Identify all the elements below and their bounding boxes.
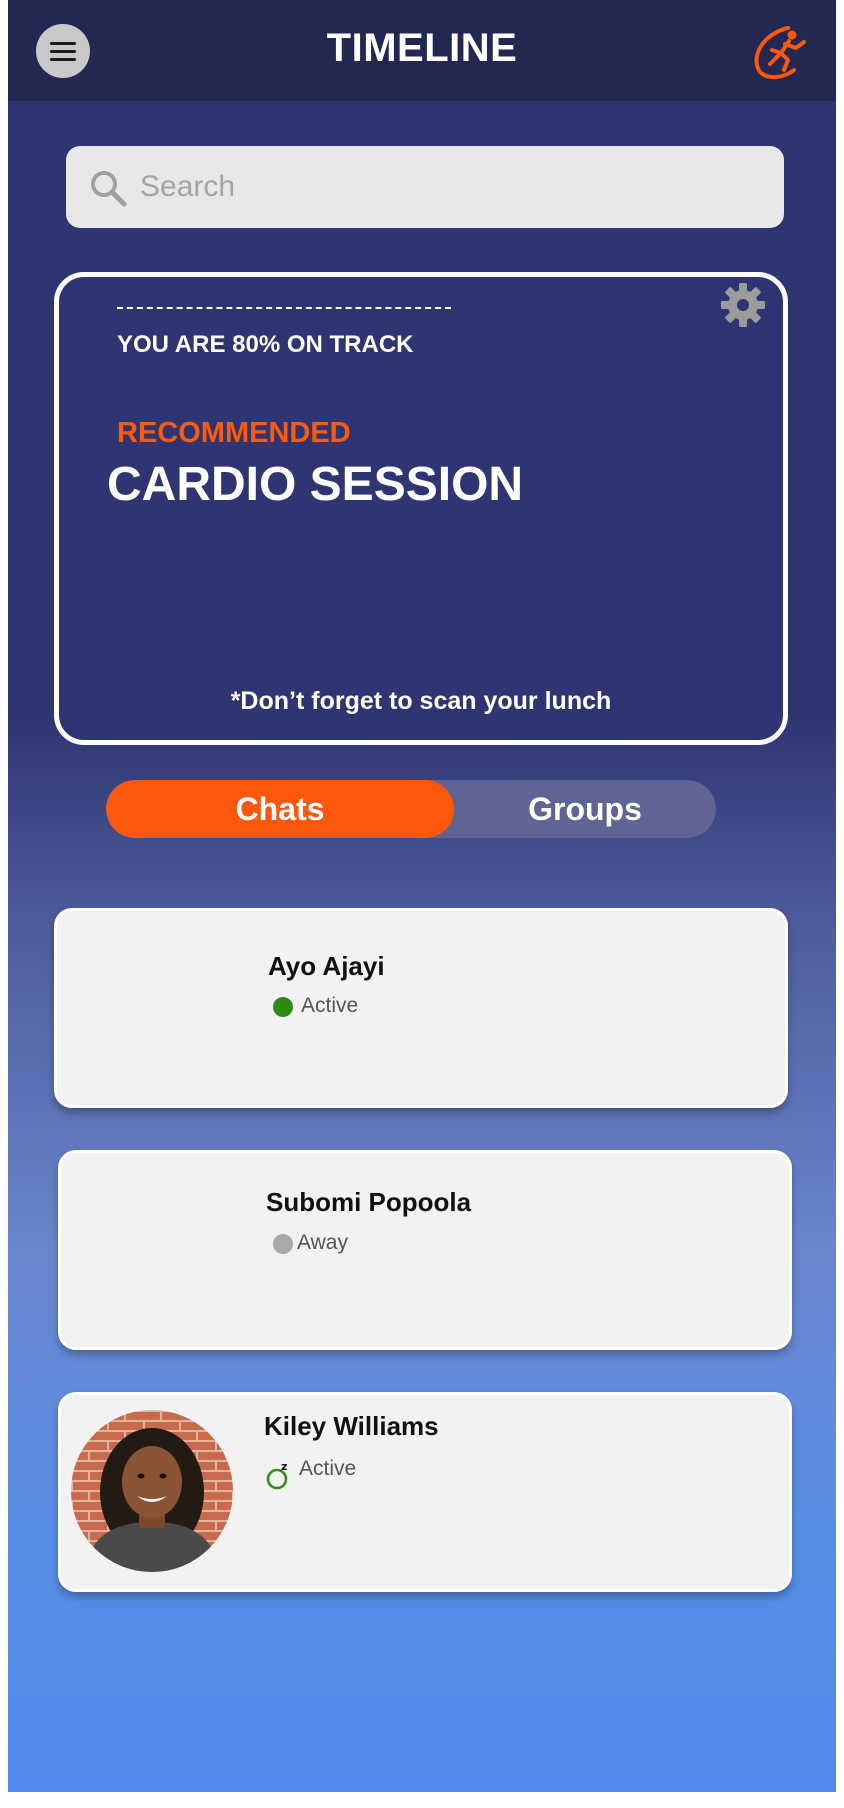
chats-groups-toggle: Chats Groups (106, 780, 716, 838)
avatar (71, 1410, 233, 1572)
sleeping-status-icon: z (266, 1460, 287, 1490)
away-status-dot (273, 1234, 293, 1254)
search-input[interactable] (140, 164, 760, 210)
svg-text:z: z (281, 1460, 287, 1473)
active-status-dot (273, 997, 293, 1017)
dashed-divider (117, 307, 451, 309)
progress-card: YOU ARE 80% ON TRACK RECOMMENDED CARDIO … (54, 272, 788, 745)
runner-logo-icon[interactable] (748, 22, 808, 82)
app-screen: TIMELINE Search YOU ARE 80% ON TRACK REC… (8, 0, 836, 1792)
chat-contact-name: Ayo Ajayi (268, 951, 385, 981)
chat-status-text: Active (299, 1457, 357, 1480)
chat-contact-name: Kiley Williams (264, 1411, 439, 1441)
tab-groups[interactable]: Groups (454, 780, 716, 838)
chat-item-kiley-williams[interactable]: Kiley Williams z Active (58, 1392, 792, 1592)
search-icon (91, 171, 127, 207)
recommended-label: RECOMMENDED (117, 417, 351, 449)
recommended-session-title: CARDIO SESSION (107, 458, 524, 511)
lunch-reminder: *Don’t forget to scan your lunch (230, 687, 612, 715)
chat-contact-name: Subomi Popoola (266, 1187, 472, 1217)
top-bar: TIMELINE (8, 0, 836, 101)
chat-item-ayo-ajayi[interactable]: Ayo Ajayi Active (54, 908, 788, 1108)
search-bar[interactable] (66, 146, 784, 228)
chat-item-subomi-popoola[interactable]: Subomi Popoola Away (58, 1150, 792, 1350)
page-title: TIMELINE (326, 26, 518, 70)
progress-status-text: YOU ARE 80% ON TRACK (117, 331, 414, 358)
chat-status-text: Away (297, 1231, 348, 1254)
tab-chats[interactable]: Chats (106, 780, 454, 838)
chat-status-text: Active (301, 994, 359, 1017)
gear-icon[interactable] (719, 281, 767, 329)
